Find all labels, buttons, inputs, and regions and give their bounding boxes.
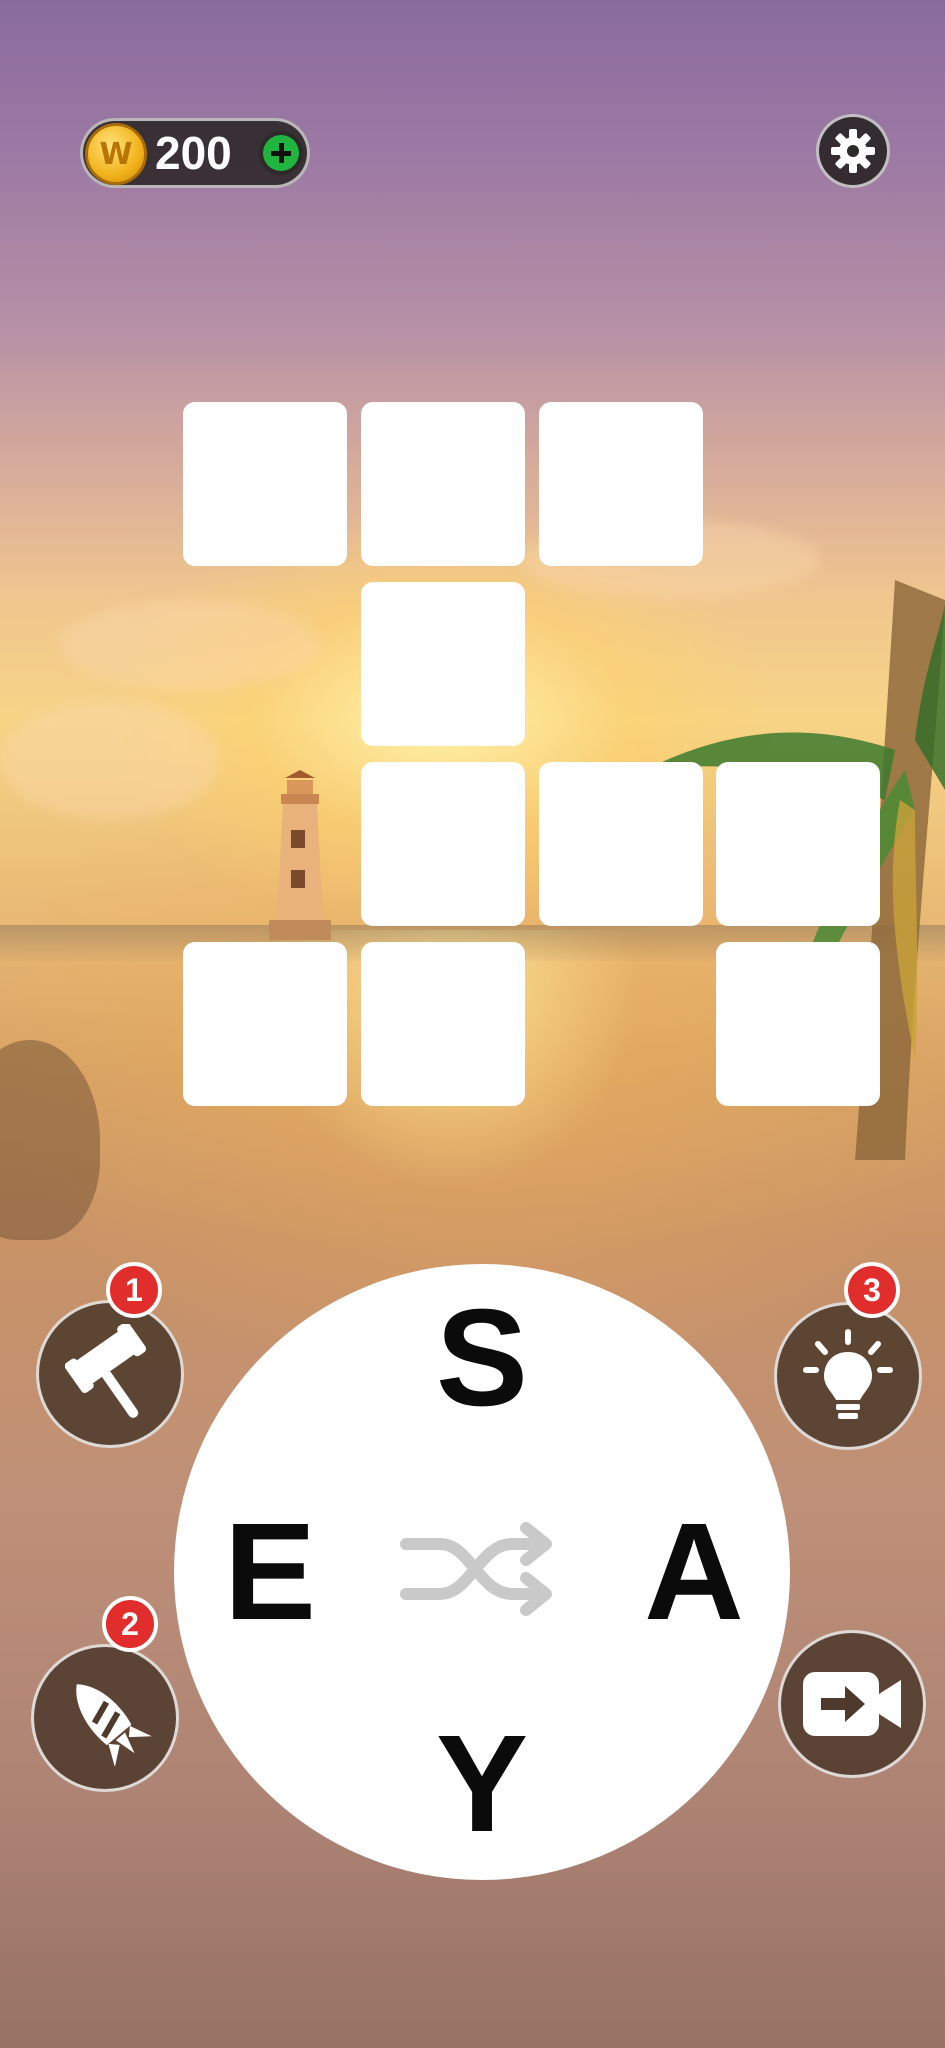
coin-icon: W [85,123,147,185]
video-reward-button[interactable] [778,1630,926,1778]
grid-cell [183,942,347,1106]
plus-icon [263,135,299,171]
hint-booster-button[interactable] [774,1302,922,1450]
video-arrow-icon [803,1672,901,1736]
cloud [0,700,220,820]
hammer-count-badge: 1 [106,1262,162,1318]
wheel-letter[interactable]: S [412,1281,552,1435]
cloud [60,600,320,690]
grid-cell [539,762,703,926]
rocket-booster-button[interactable] [31,1644,179,1792]
grid-cell [361,582,525,746]
grid-cell [361,402,525,566]
coin-amount: 200 [155,127,232,179]
shuffle-icon[interactable] [400,1514,564,1624]
letter-wheel[interactable]: S A Y E [174,1264,790,1880]
lighthouse-illustration [269,770,331,940]
coin-balance[interactable]: W 200 [80,118,310,188]
add-coins-button[interactable] [259,131,303,175]
wheel-letter[interactable]: E [200,1495,340,1649]
hammer-booster-button[interactable] [36,1300,184,1448]
rocket-count-badge: 2 [102,1596,158,1652]
grid-cell [539,402,703,566]
wheel-letter[interactable]: Y [412,1707,552,1861]
hint-count-badge: 3 [844,1262,900,1318]
rocket-icon [76,1684,152,1766]
grid-cell [183,402,347,566]
hammer-icon [65,1324,147,1418]
grid-cell [716,762,880,926]
grid-cell [716,942,880,1106]
wheel-letter[interactable]: A [624,1495,764,1649]
gear-icon [831,129,875,173]
settings-button[interactable] [816,114,890,188]
grid-cell [361,762,525,926]
lightbulb-icon [803,1329,893,1419]
grid-cell [361,942,525,1106]
